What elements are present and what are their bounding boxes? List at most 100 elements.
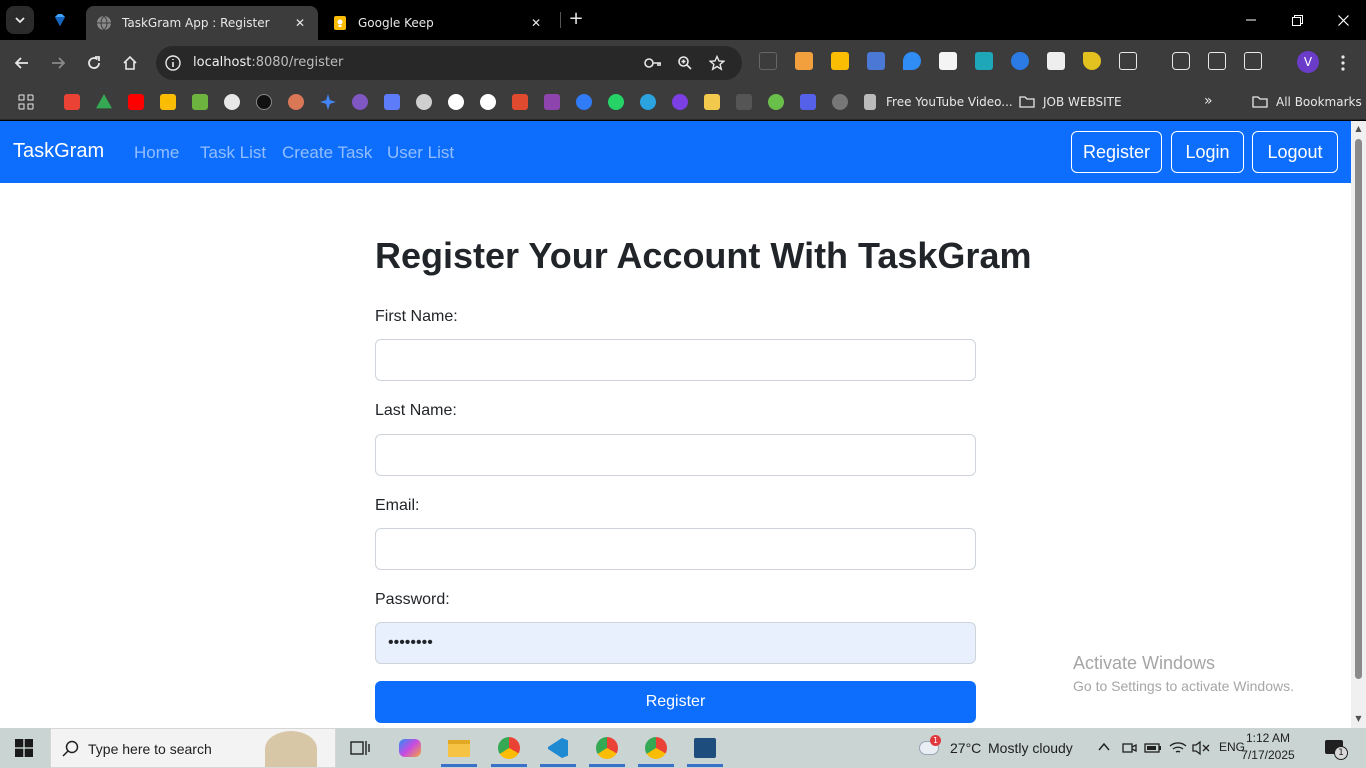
restore-icon[interactable] [1274, 0, 1320, 40]
tab-google-keep[interactable]: Google Keep ✕ [322, 6, 554, 40]
keep-extension-icon[interactable] [831, 52, 849, 70]
close-icon[interactable]: ✕ [292, 15, 308, 31]
address-bar[interactable]: localhost:8080/register [156, 46, 742, 80]
register-submit-button[interactable]: Register [375, 681, 976, 723]
copilot-icon[interactable] [390, 728, 430, 768]
scroll-up-icon[interactable]: ▲ [1354, 125, 1363, 133]
chrome-secondary-icon[interactable] [636, 728, 676, 768]
code-icon[interactable] [800, 94, 816, 110]
chrome-icon[interactable] [587, 728, 627, 768]
nav-user-list[interactable]: User List [387, 143, 454, 163]
all-bookmarks[interactable]: All Bookmarks [1276, 95, 1362, 109]
wifi-icon[interactable] [1169, 740, 1187, 756]
task-view-icon[interactable] [340, 728, 380, 768]
home-icon[interactable] [117, 50, 143, 76]
scrollbar-thumb[interactable] [1355, 139, 1362, 679]
forward-icon[interactable] [45, 50, 71, 76]
volume-muted-icon[interactable] [1192, 740, 1210, 756]
copilot-bookmark-icon[interactable] [352, 94, 368, 110]
site-info-icon[interactable] [164, 54, 182, 72]
drive-icon[interactable] [96, 94, 112, 109]
nav-task-list[interactable]: Task List [200, 143, 266, 163]
settings-bookmark-icon[interactable] [832, 94, 848, 110]
register-nav-button[interactable]: Register [1071, 131, 1162, 173]
gemini-icon[interactable] [320, 94, 336, 110]
telegram-icon[interactable] [640, 94, 656, 110]
last-name-field[interactable] [375, 434, 976, 476]
keep-bookmark-icon[interactable] [160, 94, 176, 110]
rabbit-icon[interactable] [864, 94, 876, 110]
taskbar-search[interactable]: Type here to search [50, 728, 336, 768]
youtube-icon[interactable] [128, 94, 144, 110]
claude-icon[interactable] [288, 94, 304, 110]
apps-grid-icon[interactable] [18, 94, 34, 110]
extension-teal-icon[interactable] [975, 52, 993, 70]
vscode-icon[interactable] [538, 728, 578, 768]
pinned-tab[interactable] [44, 4, 76, 36]
bookmark-free-youtube[interactable]: Free YouTube Video... [886, 95, 1013, 109]
bookmark-purple-icon[interactable] [544, 94, 560, 110]
translate-icon[interactable] [1208, 52, 1226, 70]
bookmark-blue-icon[interactable] [384, 94, 400, 110]
bookmark-white-icon[interactable] [448, 94, 464, 110]
chevron-up-icon[interactable] [1098, 742, 1110, 752]
profile-avatar[interactable]: V [1297, 51, 1319, 73]
more-bookmarks-icon[interactable]: » [1204, 93, 1213, 109]
extensions-puzzle-icon[interactable] [1119, 52, 1137, 70]
login-nav-button[interactable]: Login [1171, 131, 1244, 173]
notification-center-icon[interactable]: 1 [1324, 738, 1348, 760]
weather-icon[interactable]: 1 [917, 735, 941, 759]
bookmark-m-icon[interactable] [512, 94, 528, 110]
extension-white-icon[interactable] [1047, 52, 1065, 70]
screenshot-icon[interactable] [1172, 52, 1190, 70]
new-tab-icon[interactable]: + [566, 10, 586, 30]
nav-home[interactable]: Home [134, 143, 179, 163]
meet-now-icon[interactable] [1121, 740, 1137, 756]
reload-icon[interactable] [81, 50, 107, 76]
chatgpt-icon[interactable] [224, 94, 240, 110]
nav-create-task[interactable]: Create Task [282, 143, 372, 163]
back-icon[interactable] [9, 50, 35, 76]
weather-temp[interactable]: 27°C [950, 740, 981, 756]
tab-search-button[interactable] [6, 6, 34, 34]
pip-extension-icon[interactable] [759, 52, 777, 70]
window-close-icon[interactable] [1320, 0, 1366, 40]
terminal-icon[interactable] [736, 94, 752, 110]
cursor-extension-icon[interactable] [1083, 52, 1101, 70]
mysql-workbench-icon[interactable] [685, 728, 725, 768]
bookmark-job-website[interactable]: JOB WEBSITE [1043, 95, 1122, 109]
chrome-profile-icon[interactable] [489, 728, 529, 768]
scroll-down-icon[interactable]: ▼ [1354, 715, 1363, 723]
battery-icon[interactable] [1144, 740, 1162, 756]
email-field[interactable] [375, 528, 976, 570]
page-scrollbar[interactable]: ▲ ▼ [1351, 121, 1366, 728]
translate-extension-icon[interactable] [867, 52, 885, 70]
zoom-icon[interactable] [675, 53, 695, 73]
gmail-icon[interactable] [64, 94, 80, 110]
menu-kebab-icon[interactable] [1330, 50, 1356, 76]
job-extension-icon[interactable] [939, 52, 957, 70]
password-key-icon[interactable] [643, 53, 663, 73]
url-text[interactable]: localhost:8080/register [193, 55, 343, 70]
bookmark-star-icon[interactable] [707, 53, 727, 73]
gem-extension-icon[interactable] [903, 52, 921, 70]
download-bookmark-icon[interactable] [192, 94, 208, 110]
minimize-icon[interactable] [1228, 0, 1274, 40]
sync-extension-icon[interactable] [1011, 52, 1029, 70]
extension-orange-icon[interactable] [795, 52, 813, 70]
side-panel-icon[interactable] [1244, 52, 1262, 70]
bookmark-bars-icon[interactable] [704, 94, 720, 110]
perplexity-icon[interactable] [256, 94, 272, 110]
bookmark-globe-icon[interactable] [480, 94, 496, 110]
bookmark-play-icon[interactable] [576, 94, 592, 110]
spring-icon[interactable] [768, 94, 784, 110]
first-name-field[interactable] [375, 339, 976, 381]
logout-nav-button[interactable]: Logout [1252, 131, 1338, 173]
app-brand[interactable]: TaskGram [13, 140, 104, 163]
weather-condition[interactable]: Mostly cloudy [988, 740, 1073, 756]
file-explorer-icon[interactable] [439, 728, 479, 768]
close-icon[interactable]: ✕ [528, 15, 544, 31]
start-button[interactable] [0, 728, 48, 768]
password-field[interactable] [375, 622, 976, 664]
bookmark-violet-icon[interactable] [672, 94, 688, 110]
